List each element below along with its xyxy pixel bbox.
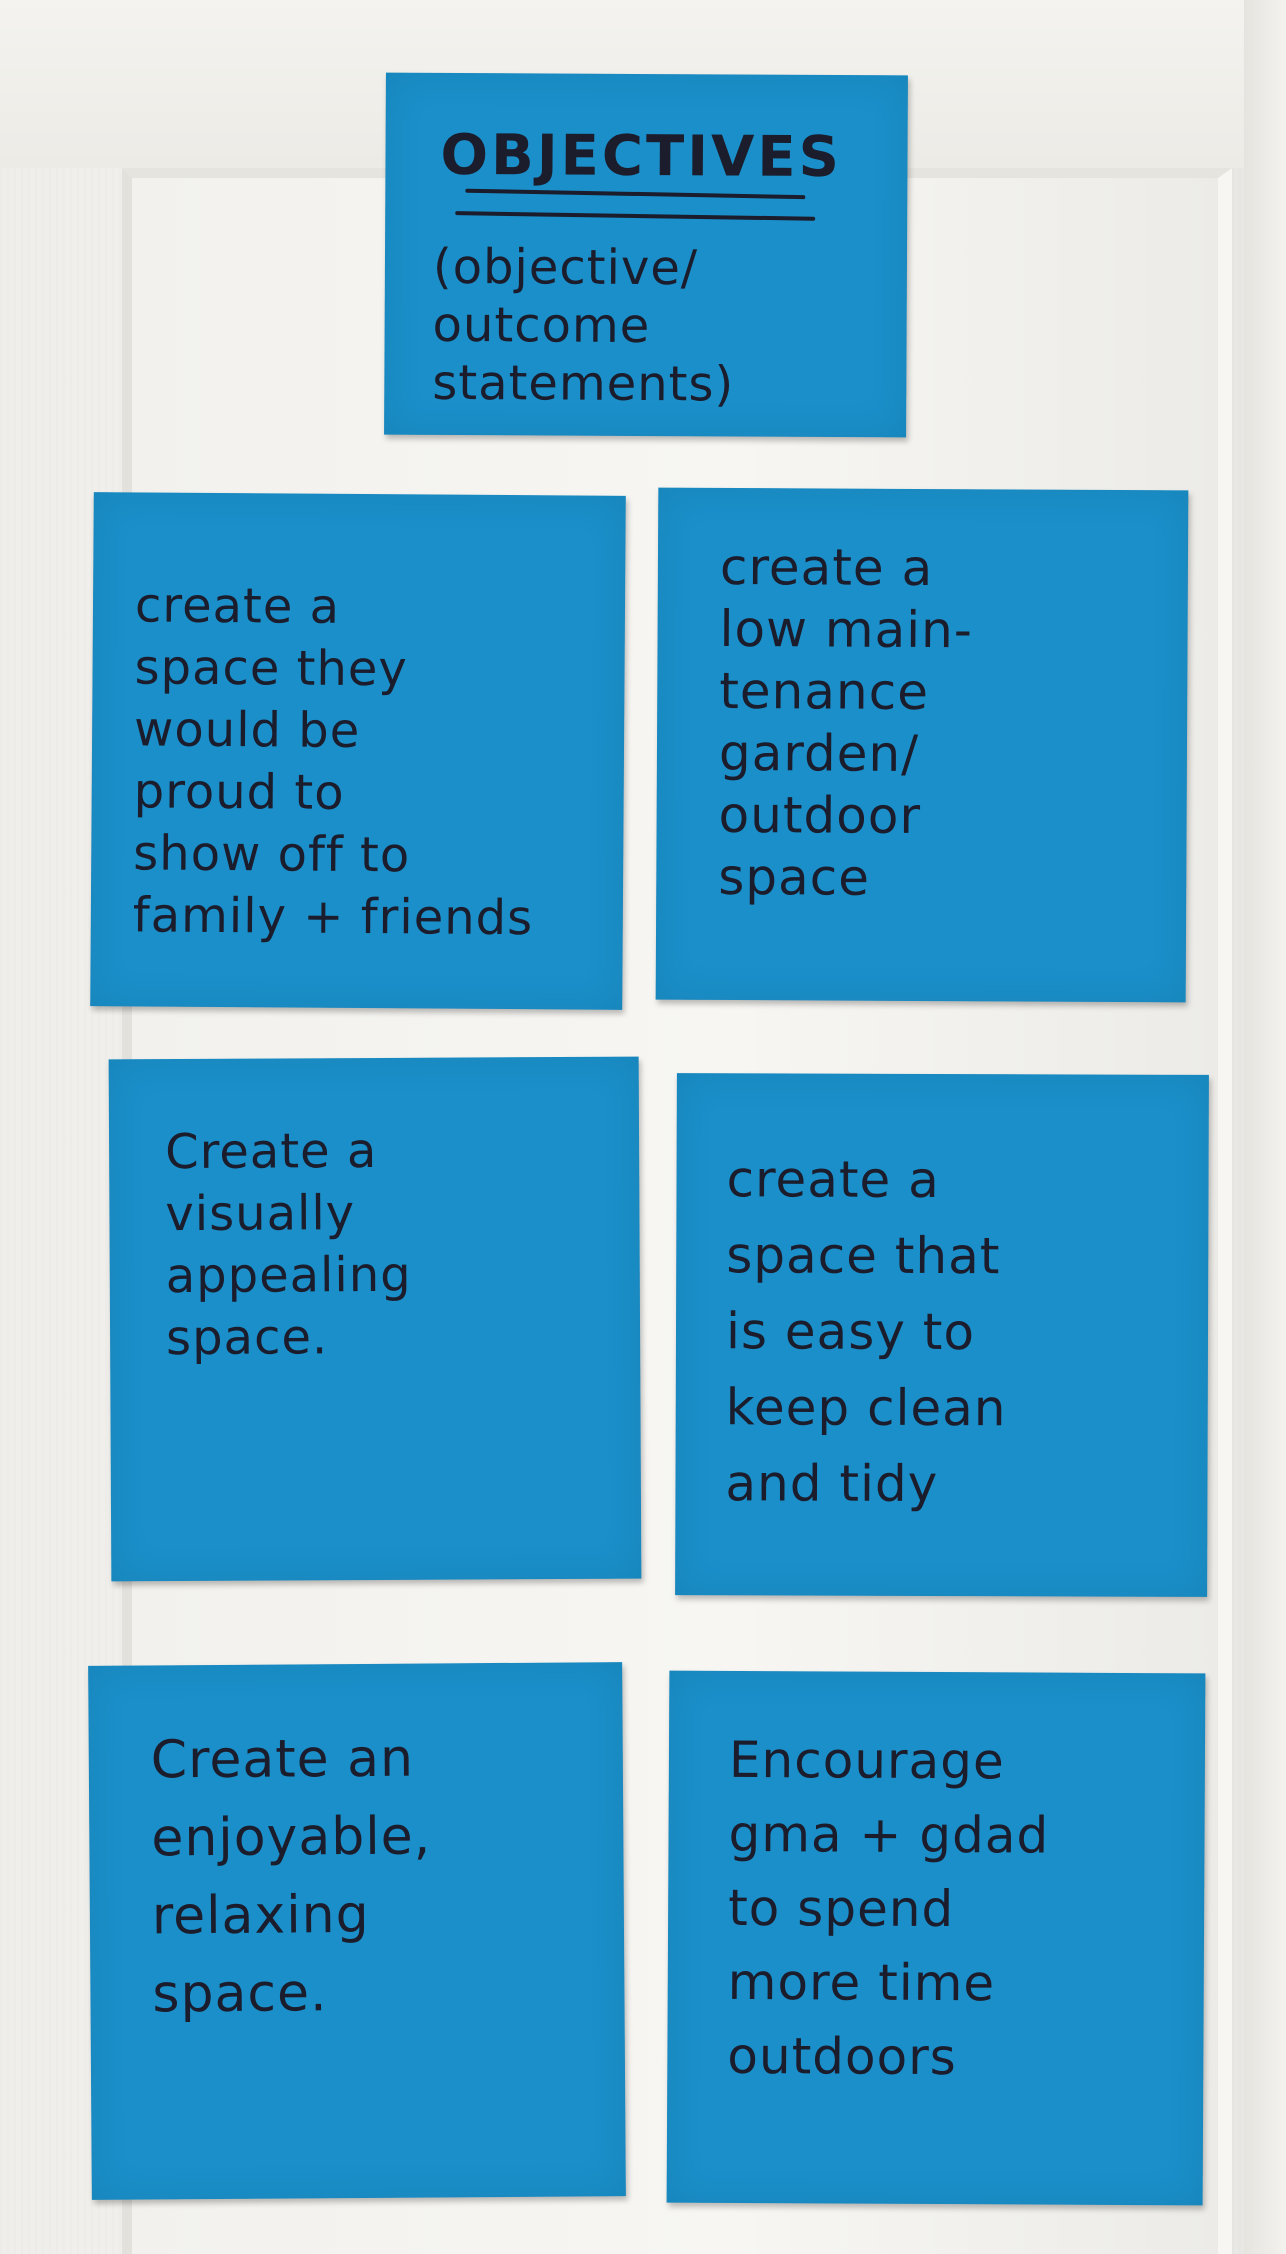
objective-note: Encourage gma + gdad to spend more time …	[666, 1670, 1206, 2206]
objectives-subtitle: (objective/ outcome statements)	[432, 238, 735, 413]
objective-note-text: create a space that is easy to keep clea…	[725, 1150, 1007, 1513]
objective-note: create a space that is easy to keep clea…	[675, 1073, 1209, 1597]
objectives-heading: OBJECTIVES	[440, 122, 843, 191]
objective-note-text: create a low main- tenance garden/ outdo…	[718, 537, 974, 907]
objective-note: create a space they would be proud to sh…	[90, 492, 626, 1010]
objective-note-text: Create a visually appealing space.	[164, 1122, 412, 1367]
objective-note: Create a visually appealing space.	[108, 1056, 642, 1582]
objective-note-text: create a space they would be proud to sh…	[132, 577, 534, 947]
heading-underline-1	[465, 188, 806, 200]
door-edge	[1244, 0, 1286, 2254]
heading-underline-2	[455, 211, 816, 221]
objective-note-text: Create an enjoyable, relaxing space.	[150, 1728, 432, 2025]
objective-note-text: Encourage gma + gdad to spend more time …	[727, 1730, 1050, 2087]
objective-note: Create an enjoyable, relaxing space.	[88, 1662, 626, 2200]
objectives-title-note: OBJECTIVES (objective/ outcome statement…	[384, 72, 908, 438]
objective-note: create a low main- tenance garden/ outdo…	[655, 487, 1189, 1003]
